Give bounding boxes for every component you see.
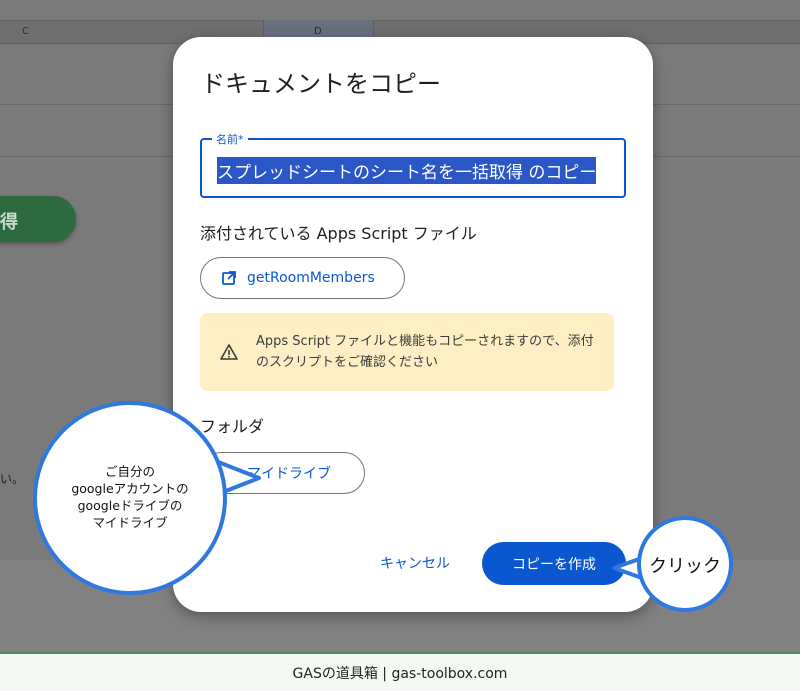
site-footer: GASの道具箱 | gas-toolbox.com [0, 652, 800, 691]
name-field-label: 名前* [212, 131, 248, 147]
warning-banner: Apps Script ファイルと機能もコピーされますので、添付のスクリプトをご… [200, 313, 614, 391]
warning-text: Apps Script ファイルと機能もコピーされますので、添付のスクリプトをご… [256, 334, 594, 370]
open-in-new-icon [221, 270, 237, 286]
folder-label: フォルダ [200, 417, 265, 436]
sheet-text-fragment: い。 [0, 472, 25, 486]
dialog-title: ドキュメントをコピー [201, 70, 441, 98]
script-file-button[interactable]: getRoomMembers [200, 257, 405, 299]
drive-annotation-bubble: ご自分の googleアカウントの googleドライブの マイドライブ [33, 401, 227, 595]
name-input-value[interactable]: スプレッドシートのシート名を一括取得 のコピー [217, 157, 597, 184]
run-button: 得 [0, 196, 76, 242]
warning-icon [220, 343, 238, 361]
footer-text: GASの道具箱 | gas-toolbox.com [292, 666, 508, 682]
make-copy-button[interactable]: コピーを作成 [482, 542, 626, 585]
cancel-button[interactable]: キャンセル [380, 553, 450, 573]
attached-scripts-label: 添付されている Apps Script ファイル [200, 224, 477, 243]
click-annotation-bubble: クリック [637, 516, 733, 612]
copy-document-dialog: ドキュメントをコピー 名前* スプレッドシートのシート名を一括取得 のコピー 添… [173, 37, 653, 612]
drive-annotation-text: ご自分の googleアカウントの googleドライブの マイドライブ [71, 464, 189, 530]
click-annotation-text: クリック [649, 556, 721, 577]
name-input-field[interactable]: 名前* スプレッドシートのシート名を一括取得 のコピー [200, 131, 626, 198]
column-label-c: C [22, 26, 29, 37]
script-file-label: getRoomMembers [247, 270, 375, 286]
column-label-d: D [314, 26, 322, 37]
